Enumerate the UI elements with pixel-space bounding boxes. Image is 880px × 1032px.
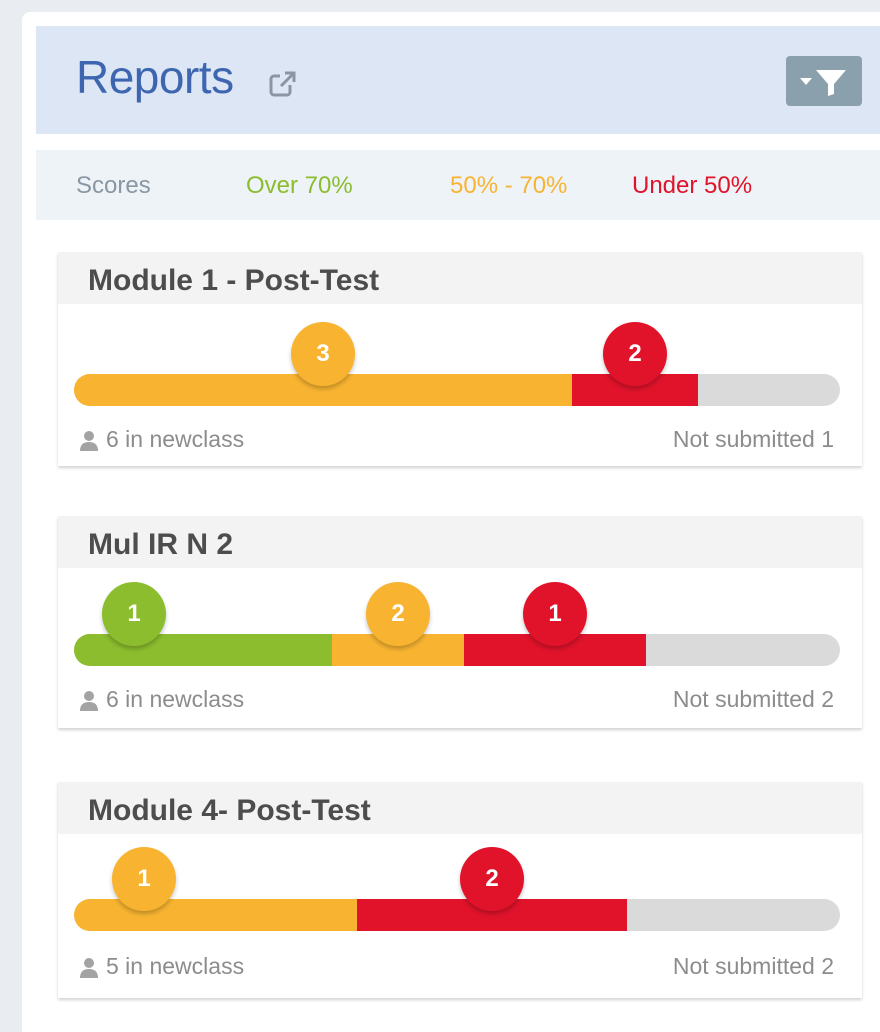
class-info-label: 5 in newclass: [106, 953, 245, 979]
report-card[interactable]: Module 4- Post-Test 5 in newclass Not su…: [58, 782, 862, 998]
user-icon: [80, 957, 98, 978]
not-submitted-label[interactable]: Not submitted 2: [673, 953, 834, 980]
score-segment-over: [74, 634, 332, 666]
score-count-bubble-mid[interactable]: 1: [112, 847, 176, 911]
score-count-bubble-under[interactable]: 1: [523, 582, 587, 646]
score-legend: Scores Over 70% 50% - 70% Under 50%: [36, 150, 880, 220]
page-title: Reports: [76, 51, 234, 103]
score-count-bubble-mid[interactable]: 3: [291, 322, 355, 386]
score-bar: [74, 634, 840, 666]
report-title: Mul IR N 2: [88, 528, 234, 561]
report-title: Module 4- Post-Test: [88, 794, 371, 827]
class-info: 5 in newclass: [78, 953, 244, 980]
report-title: Module 1 - Post-Test: [88, 264, 380, 297]
score-bar: [74, 899, 840, 931]
score-bar: [74, 374, 840, 406]
class-info: 6 in newclass: [78, 426, 244, 453]
score-count-bubble-over[interactable]: 1: [102, 582, 166, 646]
legend-under-50[interactable]: Under 50%: [632, 172, 752, 200]
legend-over-70[interactable]: Over 70%: [246, 172, 353, 200]
report-card[interactable]: Mul IR N 2 6 in newclass Not submitted 2…: [58, 516, 862, 728]
user-icon: [80, 430, 98, 451]
reports-header: Reports: [36, 26, 880, 134]
user-icon: [80, 690, 98, 711]
class-info-label: 6 in newclass: [106, 426, 245, 452]
legend-label: Scores: [76, 172, 151, 199]
external-link-icon[interactable]: [268, 69, 298, 99]
report-card[interactable]: Module 1 - Post-Test 6 in newclass Not s…: [58, 252, 862, 466]
not-submitted-label[interactable]: Not submitted 1: [673, 426, 834, 453]
class-info: 6 in newclass: [78, 686, 244, 713]
filter-icon: [800, 70, 846, 96]
not-submitted-label[interactable]: Not submitted 2: [673, 686, 834, 713]
report-card-header: Module 4- Post-Test: [58, 782, 862, 834]
report-card-header: Module 1 - Post-Test: [58, 252, 862, 304]
score-count-bubble-mid[interactable]: 2: [366, 582, 430, 646]
score-count-bubble-under[interactable]: 2: [460, 847, 524, 911]
score-segment-mid: [74, 899, 357, 931]
score-count-bubble-under[interactable]: 2: [603, 322, 667, 386]
report-card-header: Mul IR N 2: [58, 516, 862, 568]
filter-button[interactable]: [786, 56, 862, 106]
legend-50-70[interactable]: 50% - 70%: [450, 172, 567, 200]
class-info-label: 6 in newclass: [106, 686, 245, 712]
